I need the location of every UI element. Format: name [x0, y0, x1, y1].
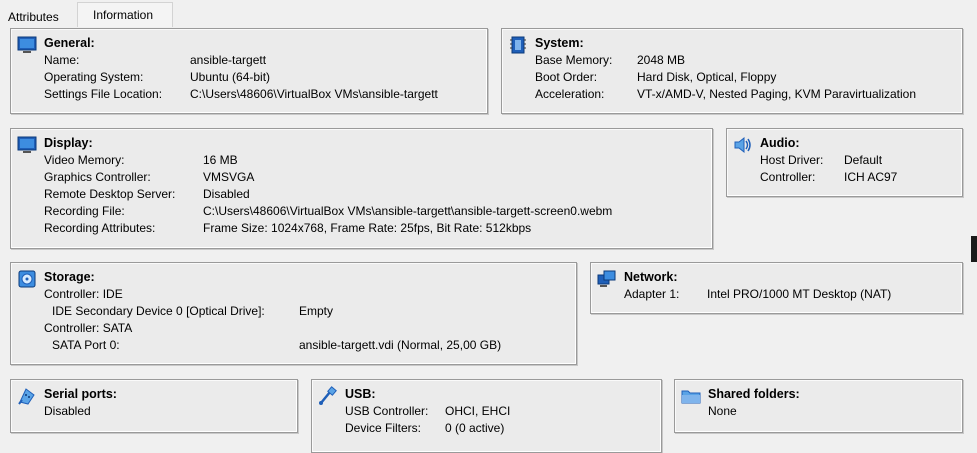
storage-ide-controller: Controller: IDE — [44, 287, 123, 301]
usb-controller-label: USB Controller: — [345, 404, 429, 418]
tab-information[interactable]: Information — [77, 2, 173, 27]
system-memory-label: Base Memory: — [535, 53, 613, 67]
audio-controller-value: ICH AC97 — [844, 170, 898, 184]
system-boot-label: Boot Order: — [535, 70, 598, 84]
display-gfx-label: Graphics Controller: — [44, 170, 151, 184]
display-vmem-label: Video Memory: — [44, 153, 125, 167]
monitor-icon — [17, 36, 37, 53]
storage-sata-port-label: SATA Port 0: — [52, 338, 120, 352]
general-os-value: Ubuntu (64-bit) — [190, 70, 271, 84]
audio-title: Audio: — [760, 136, 800, 150]
display-vmem-value: 16 MB — [203, 153, 238, 167]
details-panel: Attributes Information General: Name: an… — [0, 0, 977, 453]
serial-status: Disabled — [44, 404, 91, 418]
system-accel-label: Acceleration: — [535, 87, 605, 101]
display-recattr-value: Frame Size: 1024x768, Frame Rate: 25fps,… — [203, 221, 532, 235]
shared-title: Shared folders: — [708, 387, 800, 401]
system-accel-value: VT-x/AMD-V, Nested Paging, KVM Paravirtu… — [637, 87, 917, 101]
usb-controller-value: OHCI, EHCI — [445, 404, 511, 418]
audio-controller-label: Controller: — [760, 170, 816, 184]
usb-filters-value: 0 (0 active) — [445, 421, 505, 435]
system-title: System: — [535, 36, 584, 50]
display-recfile-value: C:\Users\48606\VirtualBox VMs\ansible-ta… — [203, 204, 613, 218]
display-rds-value: Disabled — [203, 187, 250, 201]
tab-bar: Attributes Information — [0, 0, 977, 29]
usb-filters-label: Device Filters: — [345, 421, 422, 435]
usb-title: USB: — [345, 387, 376, 401]
general-settings-label: Settings File Location: — [44, 87, 163, 101]
display-section[interactable]: Display: Video Memory: 16 MB Graphics Co… — [10, 128, 713, 249]
audio-driver-label: Host Driver: — [760, 153, 824, 167]
serial-ports-section[interactable]: Serial ports: Disabled — [10, 379, 298, 433]
system-section[interactable]: System: Base Memory: 2048 MB Boot Order:… — [501, 28, 963, 114]
serial-port-icon — [18, 388, 35, 405]
display-recattr-label: Recording Attributes: — [44, 221, 156, 235]
shared-status: None — [708, 404, 737, 418]
audio-section[interactable]: Audio: Host Driver: Default Controller: … — [726, 128, 963, 197]
system-memory-value: 2048 MB — [637, 53, 686, 67]
storage-ide-device-value: Empty — [299, 304, 334, 318]
general-title: General: — [44, 36, 95, 50]
folder-icon — [681, 390, 701, 404]
network-icon — [597, 270, 616, 287]
audio-driver-value: Default — [844, 153, 883, 167]
chip-icon — [510, 36, 526, 54]
shared-folders-section[interactable]: Shared folders: None — [674, 379, 963, 433]
display-recfile-label: Recording File: — [44, 204, 125, 218]
network-adapter-label: Adapter 1: — [624, 287, 680, 301]
tab-attributes[interactable]: Attributes — [0, 6, 77, 29]
display-title: Display: — [44, 136, 93, 150]
storage-sata-controller: Controller: SATA — [44, 321, 133, 335]
usb-icon — [319, 386, 337, 405]
general-settings-value: C:\Users\48606\VirtualBox VMs\ansible-ta… — [190, 87, 438, 101]
general-section[interactable]: General: Name: ansible-targett Operating… — [10, 28, 488, 114]
general-name-value: ansible-targett — [190, 53, 267, 67]
display-gfx-value: VMSVGA — [203, 170, 255, 184]
storage-ide-device-label: IDE Secondary Device 0 [Optical Drive]: — [52, 304, 265, 318]
storage-sata-port-value: ansible-targett.vdi (Normal, 25,00 GB) — [299, 338, 502, 352]
network-section[interactable]: Network: Adapter 1: Intel PRO/1000 MT De… — [590, 262, 963, 314]
general-os-label: Operating System: — [44, 70, 144, 84]
system-boot-value: Hard Disk, Optical, Floppy — [637, 70, 777, 84]
storage-icon — [18, 270, 36, 288]
serial-title: Serial ports: — [44, 387, 117, 401]
display-icon — [17, 136, 37, 153]
general-name-label: Name: — [44, 53, 80, 67]
network-title: Network: — [624, 270, 678, 284]
storage-title: Storage: — [44, 270, 95, 284]
usb-section[interactable]: USB: USB Controller: OHCI, EHCI Device F… — [311, 379, 662, 453]
display-rds-label: Remote Desktop Server: — [44, 187, 176, 201]
storage-section[interactable]: Storage: Controller: IDE IDE Secondary D… — [10, 262, 577, 365]
network-adapter-value: Intel PRO/1000 MT Desktop (NAT) — [707, 287, 892, 301]
scrollbar-edge — [971, 236, 977, 262]
speaker-icon — [734, 136, 751, 154]
